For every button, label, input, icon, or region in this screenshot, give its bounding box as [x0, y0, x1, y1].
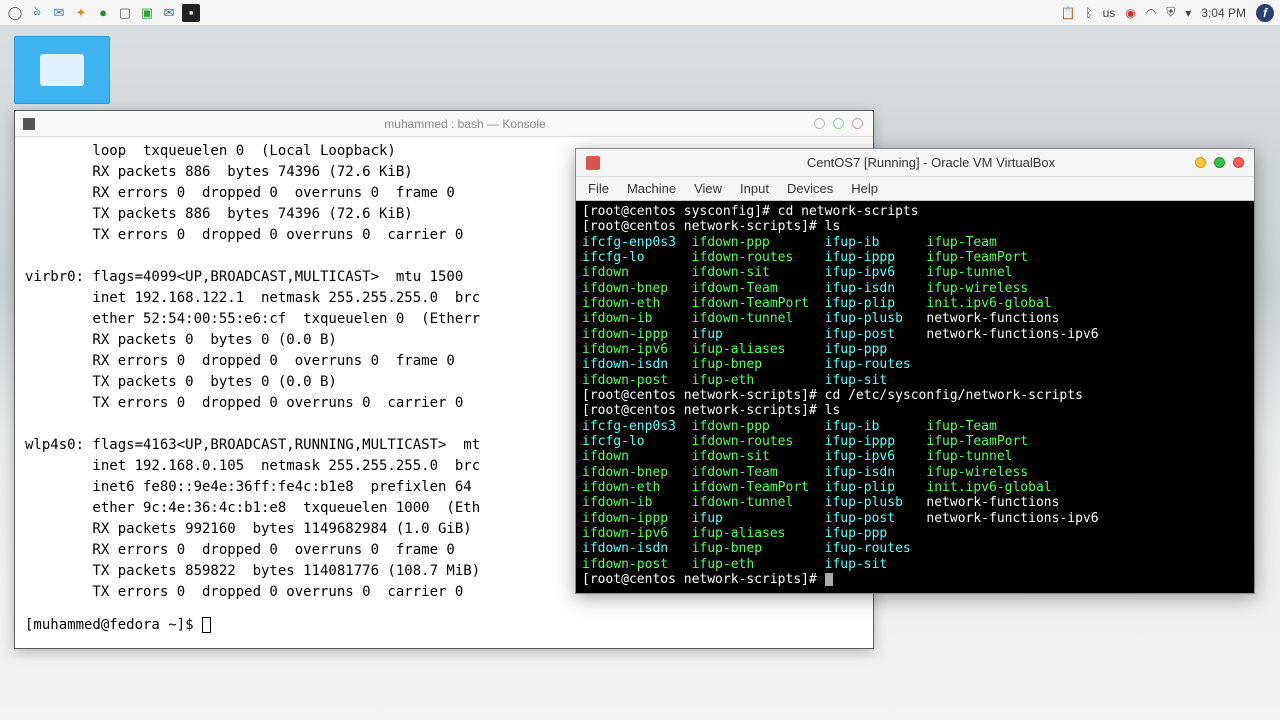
- bluetooth-icon[interactable]: ᛒ: [1085, 6, 1092, 20]
- close-button[interactable]: [1233, 157, 1244, 168]
- minimize-button[interactable]: [814, 118, 825, 129]
- top-panel: ◯ ঌ ✉ ✦ ● ▢ ▣ ✉ ▪ 📋 ᛒ us ◉ ◠ ⛨ ▾ 3:04 PM…: [0, 0, 1280, 26]
- terminal-line: [root@centos network-scripts]# ls: [582, 219, 1248, 234]
- panel-left: ◯ ঌ ✉ ✦ ● ▢ ▣ ✉ ▪: [6, 4, 200, 22]
- clock[interactable]: 3:04 PM: [1201, 6, 1246, 20]
- konsole-title-text: muhammed : bash — Konsole: [65, 117, 865, 131]
- keyboard-layout[interactable]: us: [1103, 6, 1116, 20]
- terminal-line: [root@centos network-scripts]# ls: [582, 403, 1248, 418]
- maximize-button[interactable]: [1214, 157, 1225, 168]
- konsole-titlebar[interactable]: muhammed : bash — Konsole: [15, 111, 873, 137]
- terminal-line: ifdown-bnep ifdown-Team ifup-isdn ifup-w…: [582, 465, 1248, 480]
- konsole-window-controls: [814, 118, 863, 129]
- terminal-line: ifdown-eth ifdown-TeamPort ifup-plip ini…: [582, 296, 1248, 311]
- cursor-icon: [825, 573, 833, 586]
- folder-icon: [40, 54, 84, 86]
- menu-view[interactable]: View: [694, 181, 722, 196]
- terminal-line: ifcfg-lo ifdown-routes ifup-ippp ifup-Te…: [582, 250, 1248, 265]
- terminal-line: ifdown-isdn ifup-bnep ifup-routes: [582, 357, 1248, 372]
- terminal-line: ifdown-ippp ifup ifup-post network-funct…: [582, 327, 1248, 342]
- mail-icon[interactable]: ✉: [50, 4, 68, 22]
- fedora-logo-icon[interactable]: f: [1256, 4, 1274, 22]
- konsole-app-icon: [23, 118, 35, 130]
- terminal-line: ifdown-isdn ifup-bnep ifup-routes: [582, 541, 1248, 556]
- vbox-title-text: CentOS7 [Running] - Oracle VM VirtualBox: [618, 155, 1244, 170]
- terminal-line: ifdown ifdown-sit ifup-ipv6 ifup-tunnel: [582, 449, 1248, 464]
- terminal-line: ifdown-ib ifdown-tunnel ifup-plusb netwo…: [582, 311, 1248, 326]
- terminal-line: ifdown-ib ifdown-tunnel ifup-plusb netwo…: [582, 495, 1248, 510]
- terminal-line: [root@centos sysconfig]# cd network-scri…: [582, 204, 1248, 219]
- terminal-line: ifdown-post ifup-eth ifup-sit: [582, 373, 1248, 388]
- menu-input[interactable]: Input: [740, 181, 769, 196]
- maximize-button[interactable]: [833, 118, 844, 129]
- virtualbox-window: CentOS7 [Running] - Oracle VM VirtualBox…: [575, 148, 1255, 594]
- konsole-prompt: [muhammed@fedora ~]$: [25, 615, 863, 636]
- minimize-button[interactable]: [1195, 157, 1206, 168]
- record-icon[interactable]: ◉: [1125, 6, 1135, 20]
- terminal-line: ifdown-ipv6 ifup-aliases ifup-ppp: [582, 342, 1248, 357]
- inbox-icon[interactable]: ✉: [160, 4, 178, 22]
- app2-icon[interactable]: ✦: [72, 4, 90, 22]
- terminal-line: ifcfg-enp0s3 ifdown-ppp ifup-ib ifup-Tea…: [582, 235, 1248, 250]
- terminal-line: ifdown-post ifup-eth ifup-sit: [582, 557, 1248, 572]
- terminal-line: ifdown-ippp ifup ifup-post network-funct…: [582, 511, 1248, 526]
- terminal-app-icon[interactable]: ▪: [182, 4, 200, 22]
- menu-arrow-icon[interactable]: ▾: [1185, 6, 1191, 20]
- desktop-folder[interactable]: [14, 36, 110, 104]
- app-icon[interactable]: ঌ: [28, 4, 46, 22]
- vbox-window-controls: [1195, 157, 1244, 168]
- cursor-icon: [202, 617, 211, 633]
- terminal-line: [root@centos network-scripts]# cd /etc/s…: [582, 388, 1248, 403]
- app3-icon[interactable]: ●: [94, 4, 112, 22]
- terminal-line: ifdown-bnep ifdown-Team ifup-isdn ifup-w…: [582, 281, 1248, 296]
- shield-icon[interactable]: ⛨: [1166, 5, 1175, 20]
- vbox-menubar: File Machine View Input Devices Help: [576, 177, 1254, 201]
- virtualbox-app-icon: [586, 156, 600, 170]
- eclipse-icon[interactable]: ◯: [6, 4, 24, 22]
- vbox-titlebar[interactable]: CentOS7 [Running] - Oracle VM VirtualBox: [576, 149, 1254, 177]
- wifi-icon[interactable]: ◠: [1146, 6, 1156, 20]
- terminal-line: ifdown-ipv6 ifup-aliases ifup-ppp: [582, 526, 1248, 541]
- app4-icon[interactable]: ▢: [116, 4, 134, 22]
- terminal-line: ifdown ifdown-sit ifup-ipv6 ifup-tunnel: [582, 265, 1248, 280]
- menu-devices[interactable]: Devices: [787, 181, 833, 196]
- panel-right: 📋 ᛒ us ◉ ◠ ⛨ ▾ 3:04 PM f: [1060, 4, 1274, 22]
- terminal-line: ifcfg-lo ifdown-routes ifup-ippp ifup-Te…: [582, 434, 1248, 449]
- vbox-prompt: [root@centos network-scripts]#: [582, 572, 1248, 587]
- vbox-terminal[interactable]: [root@centos sysconfig]# cd network-scri…: [576, 201, 1254, 593]
- app5-icon[interactable]: ▣: [138, 4, 156, 22]
- clipboard-icon[interactable]: 📋: [1060, 6, 1075, 20]
- terminal-line: ifdown-eth ifdown-TeamPort ifup-plip ini…: [582, 480, 1248, 495]
- terminal-line: ifcfg-enp0s3 ifdown-ppp ifup-ib ifup-Tea…: [582, 419, 1248, 434]
- close-button[interactable]: [852, 118, 863, 129]
- menu-machine[interactable]: Machine: [627, 181, 676, 196]
- menu-help[interactable]: Help: [851, 181, 878, 196]
- menu-file[interactable]: File: [588, 181, 609, 196]
